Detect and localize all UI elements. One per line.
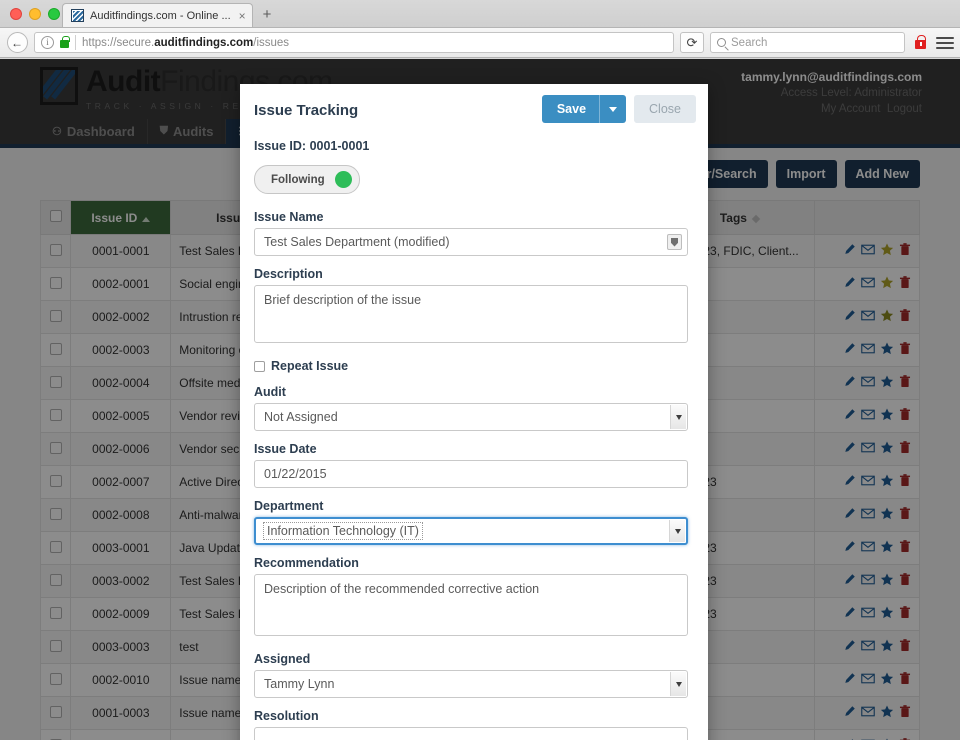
field-department: Department Information Technology (IT) <box>254 499 688 545</box>
browser-tab-title: Auditfindings.com - Online ... <box>90 10 231 22</box>
insert-template-icon[interactable] <box>667 234 682 250</box>
field-resolution: Resolution <box>254 709 688 740</box>
following-label: Following <box>271 174 325 186</box>
field-description: Description <box>254 267 688 348</box>
maximize-window-button[interactable] <box>48 8 60 20</box>
field-label: Resolution <box>254 709 688 723</box>
back-button[interactable]: ← <box>6 32 28 54</box>
modal-header: Issue Tracking Save Close <box>240 84 708 136</box>
modal-body: Issue ID: 0001-0001 Following Issue Name… <box>240 136 708 740</box>
field-audit: Audit Not Assigned <box>254 385 688 431</box>
department-selected-value: Information Technology (IT) <box>264 523 422 539</box>
following-toggle[interactable]: Following <box>254 165 360 194</box>
field-label: Issue Date <box>254 442 688 456</box>
field-label: Issue Name <box>254 210 688 224</box>
reload-button[interactable]: ⟳ <box>680 32 704 53</box>
search-placeholder: Search <box>731 37 767 49</box>
browser-search-input[interactable]: Search <box>710 32 905 53</box>
field-issue-date: Issue Date <box>254 442 688 488</box>
address-bar[interactable]: i https://secure.auditfindings.com/issue… <box>34 32 674 53</box>
issue-id-label: Issue ID: 0001-0001 <box>254 139 688 153</box>
save-dropdown-toggle[interactable] <box>600 95 626 123</box>
new-tab-button[interactable]: + <box>263 6 272 23</box>
close-button[interactable]: Close <box>634 95 696 123</box>
chevron-down-icon <box>670 405 686 429</box>
audit-selected-value: Not Assigned <box>264 410 338 424</box>
chevron-down-icon <box>609 107 617 112</box>
field-issue-name: Issue Name <box>254 210 688 256</box>
save-button-label: Save <box>542 95 599 123</box>
repeat-issue-label: Repeat Issue <box>271 359 348 373</box>
divider <box>75 35 76 50</box>
chevron-down-icon <box>670 672 686 696</box>
window-controls <box>10 8 60 20</box>
modal-title: Issue Tracking <box>254 102 358 119</box>
field-label: Department <box>254 499 688 513</box>
issue-name-input[interactable] <box>254 228 688 256</box>
minimize-window-button[interactable] <box>29 8 41 20</box>
browser-navbar: ← i https://secure.auditfindings.com/iss… <box>0 28 960 58</box>
close-window-button[interactable] <box>10 8 22 20</box>
description-textarea[interactable] <box>254 285 688 343</box>
browser-window: Auditfindings.com - Online ... × + ← i h… <box>0 0 960 740</box>
assigned-selected-value: Tammy Lynn <box>264 677 334 691</box>
url-text: https://secure.auditfindings.com/issues <box>82 37 289 49</box>
site-favicon-icon <box>71 9 84 22</box>
issue-date-input[interactable] <box>254 460 688 488</box>
issue-tracking-modal: Issue Tracking Save Close Issue ID: 0001… <box>240 84 708 740</box>
field-label: Audit <box>254 385 688 399</box>
field-label: Recommendation <box>254 556 688 570</box>
recommendation-textarea[interactable] <box>254 574 688 636</box>
following-status-indicator <box>335 171 352 188</box>
search-icon <box>717 38 726 47</box>
close-icon[interactable]: × <box>239 10 246 22</box>
assigned-select[interactable]: Tammy Lynn <box>254 670 688 698</box>
save-button[interactable]: Save <box>542 95 626 123</box>
page-viewport: AuditFindings.com TRACK · ASSIGN · RESOL… <box>0 59 960 740</box>
field-assigned: Assigned Tammy Lynn <box>254 652 688 698</box>
department-select[interactable]: Information Technology (IT) <box>254 517 688 545</box>
chevron-down-icon <box>669 520 685 542</box>
info-icon[interactable]: i <box>41 36 54 49</box>
resolution-input[interactable] <box>254 727 688 740</box>
lock-icon <box>60 40 69 48</box>
field-label: Description <box>254 267 688 281</box>
privacy-lock-icon[interactable] <box>915 40 926 49</box>
modal-action-buttons: Save Close <box>542 95 696 123</box>
browser-tab[interactable]: Auditfindings.com - Online ... × <box>62 3 253 27</box>
repeat-issue-checkbox[interactable] <box>254 361 265 372</box>
browser-tabstrip: Auditfindings.com - Online ... × + <box>0 0 960 28</box>
menu-icon[interactable] <box>936 34 954 52</box>
back-arrow-icon: ← <box>7 32 28 53</box>
audit-select[interactable]: Not Assigned <box>254 403 688 431</box>
repeat-issue-row[interactable]: Repeat Issue <box>254 359 688 373</box>
field-label: Assigned <box>254 652 688 666</box>
field-recommendation: Recommendation <box>254 556 688 641</box>
